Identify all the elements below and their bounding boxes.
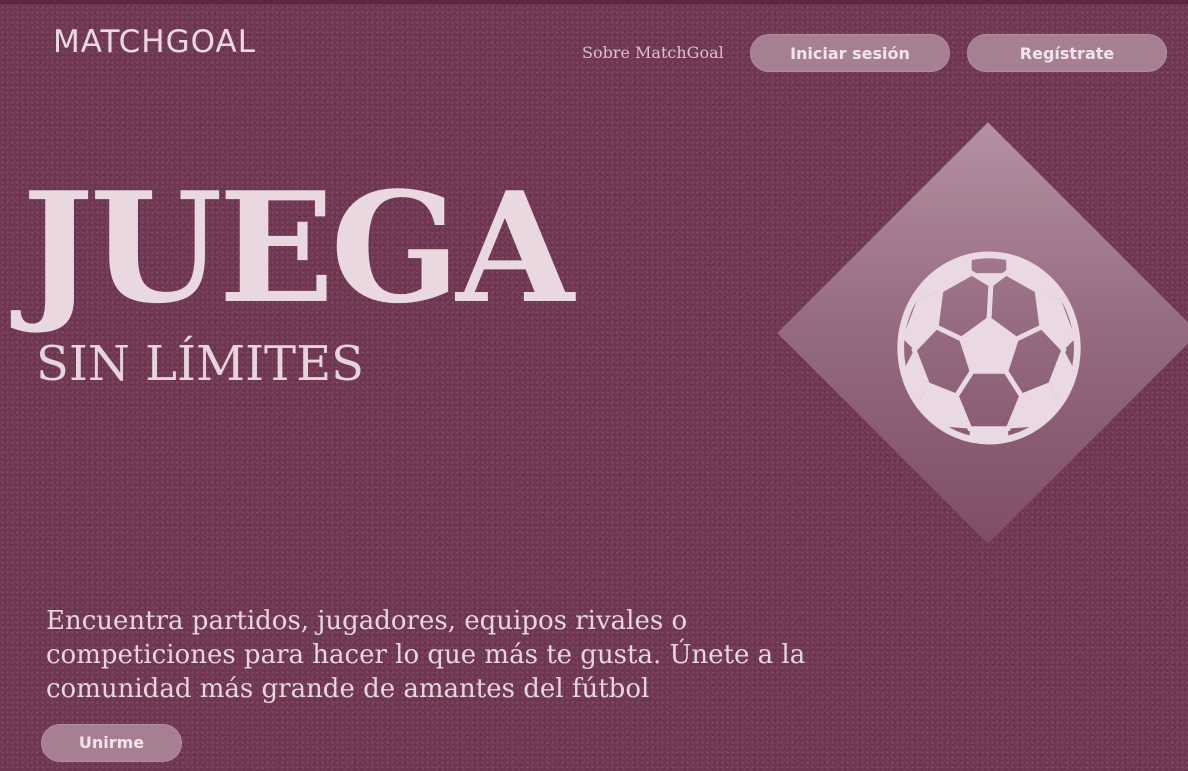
top-border <box>0 0 1188 4</box>
login-button[interactable]: Iniciar sesión <box>750 34 950 72</box>
soccer-ball-icon <box>897 251 1081 445</box>
hero-description: Encuentra partidos, jugadores, equipos r… <box>46 606 806 704</box>
register-button[interactable]: Regístrate <box>967 34 1167 72</box>
logo[interactable]: MATCHGOAL <box>53 24 256 60</box>
hero-subtitle: SIN LÍMITES <box>36 336 364 392</box>
join-button[interactable]: Unirme <box>41 724 182 762</box>
nav-link-about[interactable]: Sobre MatchGoal <box>582 43 724 62</box>
hero-title: JUEGA <box>22 158 574 337</box>
